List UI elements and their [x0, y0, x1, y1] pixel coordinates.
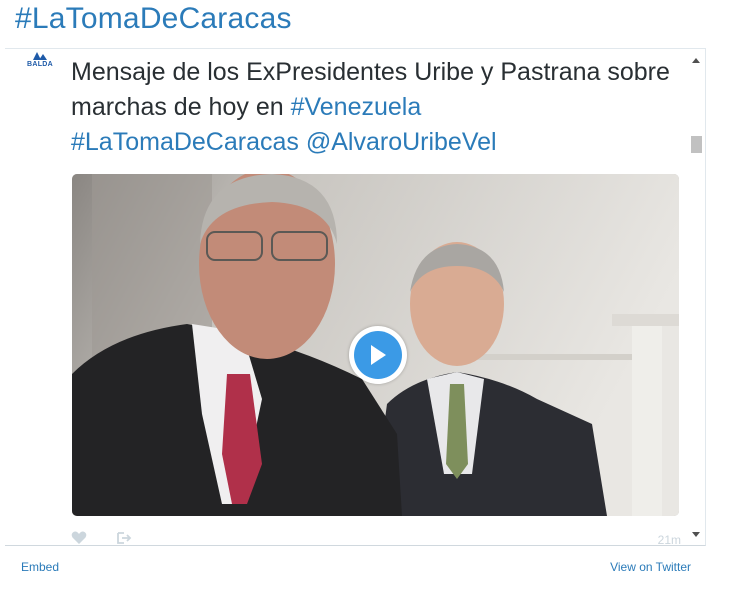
- mention-link-alvarouribevel[interactable]: @AlvaroUribeVel: [306, 128, 497, 156]
- scroll-thumb[interactable]: [691, 136, 702, 153]
- hashtag-link-latomadecaracas[interactable]: #LaTomaDeCaracas: [71, 128, 299, 156]
- hashtag-link-venezuela[interactable]: #Venezuela: [291, 93, 422, 121]
- share-icon[interactable]: [116, 531, 132, 545]
- tweet-timestamp[interactable]: 21m: [658, 533, 681, 545]
- play-icon: [371, 345, 386, 365]
- heart-icon[interactable]: [71, 531, 87, 545]
- timeline-widget: BALDA Mensaje de los ExPresidentes Uribe…: [5, 48, 706, 546]
- hashtag-title: #LaTomaDeCaracas: [15, 2, 292, 35]
- play-button[interactable]: [349, 326, 407, 384]
- scroll-down-arrow-icon[interactable]: [692, 532, 700, 537]
- balda-logo-icon: [33, 52, 47, 60]
- tweet-actions: 21m: [71, 531, 681, 545]
- avatar-text: BALDA: [27, 61, 53, 68]
- tweet-text: Mensaje de los ExPresidentes Uribe y Pas…: [71, 55, 671, 160]
- avatar[interactable]: BALDA: [23, 51, 57, 75]
- scroll-up-arrow-icon[interactable]: [692, 58, 700, 63]
- play-icon-circle: [354, 331, 402, 379]
- video-thumbnail[interactable]: [72, 174, 679, 516]
- embed-link[interactable]: Embed: [21, 560, 59, 574]
- scrollbar[interactable]: [688, 49, 705, 545]
- view-on-twitter-link[interactable]: View on Twitter: [610, 560, 691, 574]
